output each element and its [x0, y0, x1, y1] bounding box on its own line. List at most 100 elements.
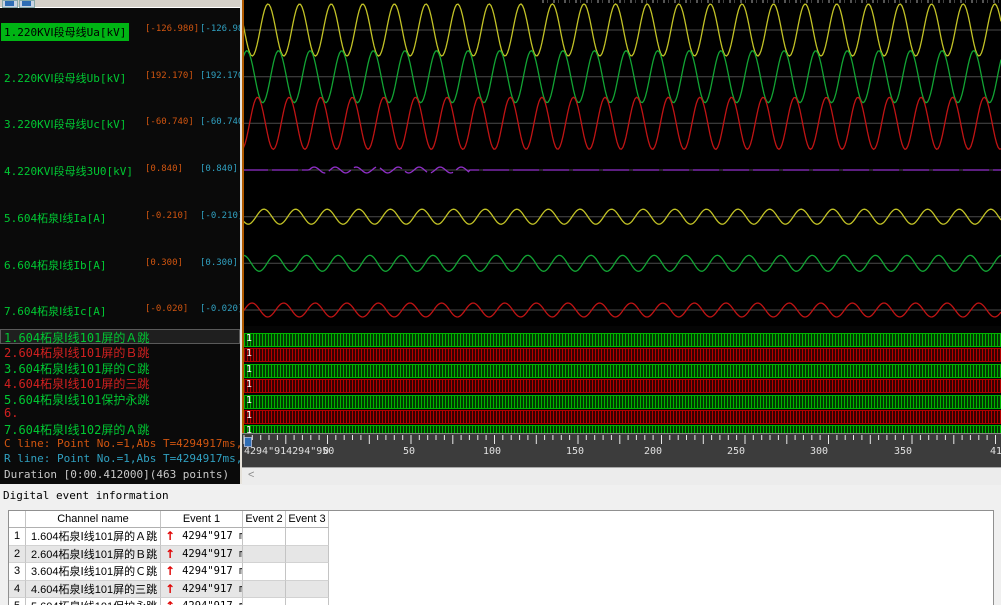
table-row[interactable]: 33.604柘泉Ⅰ线101屏的Ｃ跳↑4294"917 ms	[9, 563, 993, 581]
digital-state-label: 1	[246, 425, 252, 433]
axis-tick-label: 300	[810, 446, 828, 457]
blue-tool-icon	[5, 1, 14, 6]
event1-cell: ↑ 4294"917 ms	[161, 563, 243, 581]
digital-channel-name: 2.604柘泉Ⅰ线101屏的Ｂ跳	[4, 344, 149, 359]
analog-channel-name: 5.604柘泉Ⅰ线Ia[A]	[4, 210, 106, 226]
event1-time: 4294"917 ms	[182, 548, 243, 560]
digital-channel-name: 6.	[4, 406, 18, 420]
digital-state-label: 1	[246, 333, 252, 345]
analog-cursor-value-2: [-126.980]	[200, 24, 240, 34]
axis-tick-label: 4294"914294"950	[244, 446, 334, 457]
axis-tick-label: 350	[894, 446, 912, 457]
axis-tick-label: 41	[990, 446, 1001, 457]
axis-tick-label: 50	[403, 446, 415, 457]
digital-channel-name: 7.604柘泉Ⅰ线102屏的Ａ跳	[4, 421, 149, 436]
digital-channel-row[interactable]: 7.604柘泉Ⅰ线102屏的Ａ跳	[0, 421, 240, 436]
axis-tick-label: 150	[566, 446, 584, 457]
table-header-cell: Event 3	[286, 511, 329, 528]
digital-channel-name: 1.604柘泉Ⅰ线101屏的Ａ跳	[4, 329, 149, 344]
digital-channel-name: 5.604柘泉Ⅰ线101保护永跳	[4, 391, 149, 406]
digital-channel-row[interactable]: 3.604柘泉Ⅰ线101屏的Ｃ跳	[0, 360, 240, 375]
analog-cursor-value-2: [-0.210]	[200, 211, 240, 221]
digital-status-bar: 1	[244, 364, 1001, 378]
axis-tick-label: 100	[483, 446, 501, 457]
digital-state-label: 1	[246, 410, 252, 422]
digital-channel-row[interactable]: 4.604柘泉Ⅰ线101屏的三跳	[0, 375, 240, 390]
analog-cursor-value-2: [0.840]	[200, 164, 240, 174]
analog-cursor-value-1: [0.300]	[145, 258, 200, 268]
channel-panel: 1.220KVⅠ段母线Ua[kV][-126.980][-126.980] 2.2…	[0, 0, 240, 484]
section-title: Digital event information	[3, 489, 169, 502]
analog-cursor-value-1: [192.170]	[145, 71, 200, 81]
rising-edge-icon: ↑	[165, 582, 175, 596]
row-number: 5	[9, 598, 26, 605]
analog-waveform-plot[interactable]	[242, 0, 1001, 326]
digital-channel-row[interactable]: 1.604柘泉Ⅰ线101屏的Ａ跳	[0, 329, 240, 344]
horizontal-scrollbar[interactable]: <	[242, 467, 1001, 485]
axis-tick-label: 250	[727, 446, 745, 457]
digital-channel-row[interactable]: 5.604柘泉Ⅰ线101保护永跳	[0, 391, 240, 406]
analog-cursor-value-2: [192.170]	[200, 71, 240, 81]
event3-cell	[286, 528, 329, 546]
event1-cell: ↑ 4294"917 ms	[161, 598, 243, 605]
time-cursor-line[interactable]	[242, 0, 244, 433]
event1-time: 4294"917 ms	[182, 583, 243, 595]
event3-cell	[286, 581, 329, 599]
analog-cursor-value-1: [0.840]	[145, 164, 200, 174]
rising-edge-icon: ↑	[165, 564, 175, 578]
event2-cell	[243, 528, 286, 546]
analog-cursor-value-2: [-60.740]	[200, 117, 240, 127]
axis-tick-label: 200	[644, 446, 662, 457]
rising-edge-icon: ↑	[165, 599, 175, 605]
event2-cell	[243, 598, 286, 605]
event3-cell	[286, 546, 329, 564]
analog-channel-row[interactable]: 4.220KVⅠ段母线3U0[kV][0.840][0.840]	[0, 163, 240, 178]
analog-channel-row[interactable]: 7.604柘泉Ⅰ线Ic[A][-0.020][-0.020]	[0, 303, 240, 318]
table-header-cell	[9, 511, 26, 528]
rising-edge-icon: ↑	[165, 529, 175, 543]
scroll-left-arrow-icon[interactable]: <	[248, 469, 254, 481]
analog-cursor-value-2: [0.300]	[200, 258, 240, 268]
toolbar-button-2[interactable]	[19, 0, 35, 8]
axis-tick-label: 0	[323, 446, 329, 457]
digital-status-bar: 1	[244, 425, 1001, 433]
blue-tool-icon	[22, 1, 31, 6]
table-row[interactable]: 55.604柘泉Ⅰ线101保护永跳↑4294"917 ms	[9, 598, 993, 605]
event1-cell: ↑4294"917 ms	[161, 546, 243, 564]
analog-cursor-value-1: [-60.740]	[145, 117, 200, 127]
analog-channel-row[interactable]: 6.604柘泉Ⅰ线Ib[A][0.300][0.300]	[0, 257, 240, 272]
digital-channel-name: 4.604柘泉Ⅰ线101屏的三跳	[4, 375, 149, 390]
event2-cell	[243, 581, 286, 599]
waveform-region: 1111111 4294"914294"95005010015020025030…	[242, 0, 1001, 484]
event-channel-name: 4.604柘泉Ⅰ线101屏的三跳	[26, 581, 161, 599]
digital-status-bar: 1	[244, 395, 1001, 409]
table-row[interactable]: 22.604柘泉Ⅰ线101屏的Ｂ跳↑4294"917 ms	[9, 546, 993, 564]
digital-channel-row[interactable]: 2.604柘泉Ⅰ线101屏的Ｂ跳	[0, 344, 240, 359]
row-number: 4	[9, 581, 26, 599]
digital-state-label: 1	[246, 395, 252, 407]
table-row[interactable]: 44.604柘泉Ⅰ线101屏的三跳 ↑ 4294"917 ms	[9, 581, 993, 599]
digital-channel-row[interactable]: 6.	[0, 406, 240, 421]
table-header-cell: Event 1	[161, 511, 243, 528]
analog-channel-row[interactable]: 3.220KVⅠ段母线Uc[kV][-60.740][-60.740]	[0, 116, 240, 131]
digital-channel-name: 3.604柘泉Ⅰ线101屏的Ｃ跳	[4, 360, 149, 375]
digital-trace-area[interactable]: 1111111	[242, 326, 1001, 433]
toolbar-button-1[interactable]	[2, 0, 18, 8]
duration-status: Duration [0:00.412000](463 points)	[4, 468, 240, 481]
row-number: 1	[9, 528, 26, 546]
table-header-row: Channel nameEvent 1Event 2Event 3	[9, 511, 993, 528]
event1-time: 4294"917 ms	[182, 600, 243, 605]
digital-state-label: 1	[246, 364, 252, 376]
analog-channel-row[interactable]: 5.604柘泉Ⅰ线Ia[A][-0.210][-0.210]	[0, 210, 240, 225]
table-row[interactable]: 11.604柘泉Ⅰ线101屏的Ａ跳↑4294"917 ms	[9, 528, 993, 546]
analog-cursor-value-1: [-126.980]	[145, 24, 200, 34]
event-channel-name: 2.604柘泉Ⅰ线101屏的Ｂ跳	[26, 546, 161, 564]
table-header-cell: Channel name	[26, 511, 161, 528]
analog-cursor-value-1: [-0.020]	[145, 304, 200, 314]
event1-time: 4294"917 ms	[182, 565, 243, 577]
event3-cell	[286, 598, 329, 605]
digital-status-bar: 1	[244, 333, 1001, 347]
analog-channel-row[interactable]: 1.220KVⅠ段母线Ua[kV][-126.980][-126.980]	[0, 23, 240, 38]
analog-channel-row[interactable]: 2.220KVⅠ段母线Ub[kV][192.170][192.170]	[0, 70, 240, 85]
fault-recorder-app: 1.220KVⅠ段母线Ua[kV][-126.980][-126.980] 2.2…	[0, 0, 1001, 605]
